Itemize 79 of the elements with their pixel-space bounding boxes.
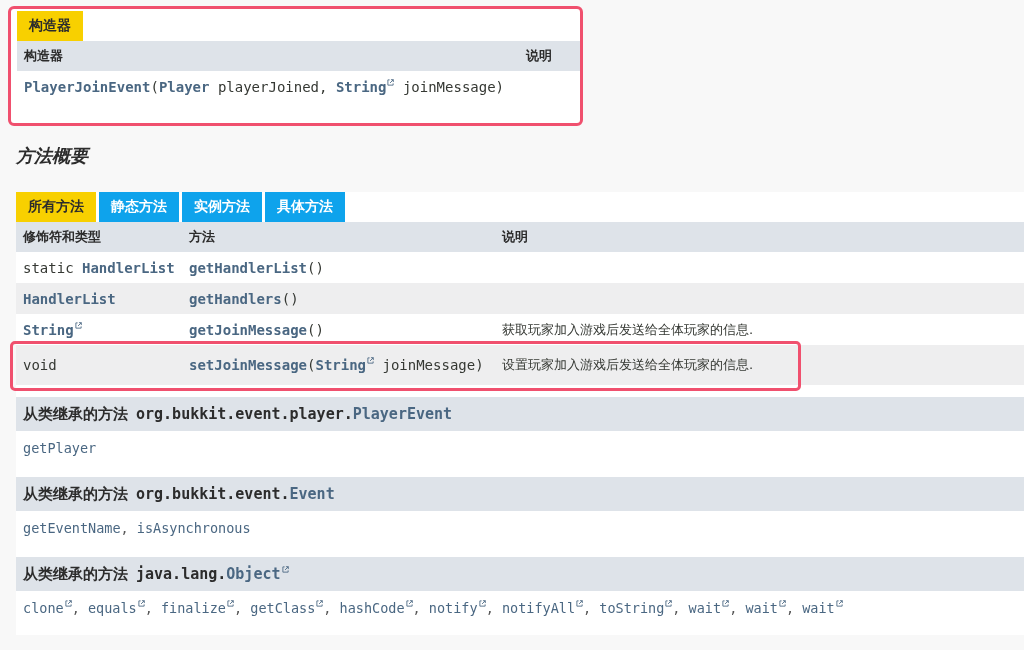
code-link[interactable]: Player — [158, 79, 210, 95]
separator: , — [729, 600, 739, 616]
external-link-icon — [367, 357, 375, 364]
separator: , — [412, 600, 422, 616]
column-header: 说明 — [524, 47, 553, 65]
code-text: joinMessage) — [381, 357, 484, 373]
external-link-icon — [74, 321, 82, 329]
external-link-icon — [778, 600, 786, 607]
external-link-icon — [316, 600, 324, 607]
method-link[interactable]: wait — [802, 600, 843, 616]
method-description: 设置玩家加入游戏后发送给全体玩家的信息. — [501, 356, 755, 374]
code-text: void — [23, 357, 57, 373]
code-text: () — [281, 290, 299, 307]
column-header: 修饰符和类型 — [21, 228, 102, 246]
method-link[interactable]: wait — [688, 600, 730, 616]
package-name: java.lang. — [136, 565, 227, 583]
code-text: joinMessage) — [401, 79, 505, 95]
external-link-icon — [137, 600, 145, 607]
separator: , — [672, 600, 682, 616]
code-link[interactable]: getHandlers — [189, 290, 282, 307]
separator: , — [120, 520, 130, 536]
code-text: playerJoined, — [216, 79, 329, 95]
code-text: static — [23, 259, 75, 276]
method-link[interactable]: clone — [23, 600, 72, 616]
external-link-icon — [665, 600, 673, 607]
method-link[interactable]: toString — [599, 600, 673, 616]
inherited-label: 从类继承的方法 — [23, 484, 128, 504]
method-link[interactable]: finalize — [160, 600, 234, 616]
method-description: 获取玩家加入游戏后发送给全体玩家的信息. — [501, 320, 755, 339]
method-link[interactable]: isAsynchronous — [136, 520, 251, 536]
package-name: org.bukkit.event.player. — [136, 405, 353, 423]
method-link[interactable]: equals — [87, 600, 145, 616]
code-link[interactable]: PlayerJoinEvent — [24, 79, 151, 95]
class-link[interactable]: PlayerEvent — [352, 405, 453, 423]
code-link[interactable]: HandlerList — [82, 259, 175, 276]
package-name: org.bukkit.event. — [136, 485, 290, 503]
external-link-icon — [405, 600, 413, 607]
method-link[interactable]: notify — [428, 600, 486, 616]
code-text: () — [307, 321, 324, 338]
external-link-icon — [478, 600, 486, 607]
separator: , — [71, 600, 81, 616]
code-link[interactable]: setJoinMessage — [189, 357, 307, 373]
separator: , — [785, 600, 796, 616]
external-link-icon — [835, 600, 843, 607]
code-text: ( — [150, 79, 159, 95]
separator: , — [323, 600, 333, 616]
external-link-icon — [722, 600, 730, 607]
column-header: 构造器 — [23, 47, 64, 65]
method-link[interactable]: getPlayer — [23, 440, 97, 456]
method-link[interactable]: notifyAll — [501, 600, 584, 616]
code-text: ( — [307, 357, 316, 373]
separator: , — [583, 600, 593, 616]
code-link[interactable]: String — [315, 357, 375, 373]
method-link[interactable]: wait — [745, 600, 786, 616]
external-link-icon — [281, 566, 289, 573]
method-link[interactable]: getEventName — [23, 520, 121, 536]
code-link[interactable]: String — [335, 79, 395, 95]
code-link[interactable]: getJoinMessage — [189, 321, 307, 338]
separator: , — [485, 600, 495, 616]
code-text: () — [307, 259, 324, 276]
method-link[interactable]: hashCode — [339, 600, 413, 616]
separator: , — [234, 600, 244, 616]
class-link[interactable]: Event — [289, 485, 335, 503]
column-header: 方法 — [188, 228, 216, 246]
class-link[interactable]: Object — [226, 565, 289, 583]
separator: , — [144, 600, 154, 616]
code-link[interactable]: HandlerList — [23, 290, 116, 307]
inherited-label: 从类继承的方法 — [23, 404, 128, 424]
external-link-icon — [387, 79, 395, 86]
method-filter-tab[interactable]: 所有方法 — [16, 192, 96, 222]
code-link[interactable]: String — [23, 321, 82, 338]
code-link[interactable]: getHandlerList — [189, 259, 307, 276]
external-link-icon — [64, 600, 72, 607]
external-link-icon — [227, 600, 234, 607]
method-link[interactable]: getClass — [250, 600, 324, 616]
column-header: 说明 — [500, 228, 529, 246]
inherited-label: 从类继承的方法 — [23, 564, 128, 584]
constructor-tab[interactable]: 构造器 — [17, 11, 83, 41]
external-link-icon — [576, 600, 584, 607]
